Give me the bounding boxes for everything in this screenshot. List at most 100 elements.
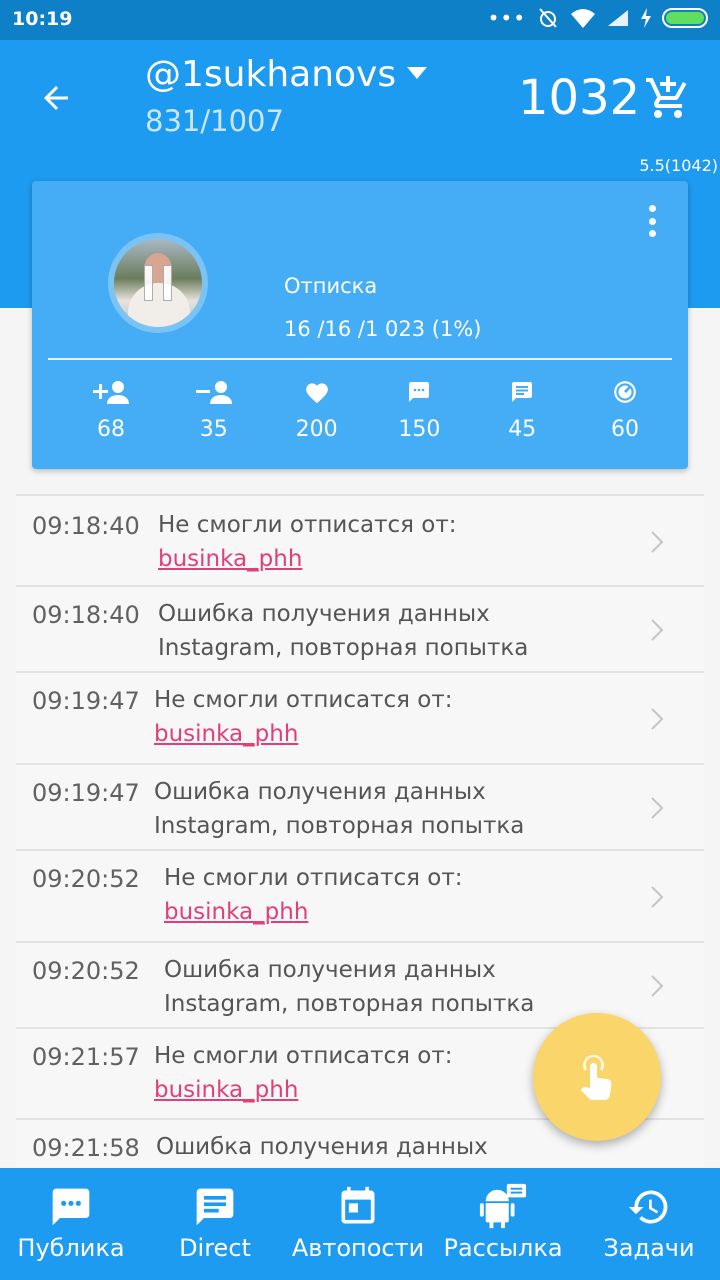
- add-balance-button[interactable]: [640, 70, 696, 126]
- log-message: Не смогли отписатся от:: [164, 865, 463, 891]
- log-row[interactable]: 09:18:40 Не смогли отписатся от: businka…: [16, 494, 704, 585]
- account-selector[interactable]: @1sukhanovs: [145, 54, 396, 95]
- history-icon: [628, 1190, 668, 1224]
- stat-value: 68: [97, 417, 125, 442]
- wifi-icon: [571, 9, 595, 28]
- audience-chat-icon: [52, 1188, 90, 1226]
- avatar[interactable]: [108, 233, 208, 333]
- chevron-right-icon: [651, 708, 664, 730]
- log-time: 09:21:58: [32, 1134, 140, 1162]
- stat-speed: 60: [590, 377, 660, 442]
- log-row[interactable]: 09:19:47 Не смогли отписатся от: businka…: [16, 671, 704, 763]
- card-menu-button[interactable]: [640, 201, 664, 241]
- direct-message-icon: [196, 1188, 234, 1226]
- stat-comments: 150: [384, 377, 454, 442]
- nav-label: Задачи: [603, 1234, 695, 1262]
- android-icon: [479, 1183, 527, 1229]
- alarm-off-icon: [539, 8, 557, 28]
- log-message: Ошибка получения данных: [164, 957, 496, 983]
- log-time: 09:20:52: [32, 865, 140, 893]
- back-button[interactable]: [28, 70, 84, 126]
- speedometer-icon: [614, 381, 636, 403]
- chevron-right-icon: [651, 619, 664, 641]
- log-username-link[interactable]: businka_phh: [154, 1073, 298, 1107]
- signal-icon: [608, 10, 628, 26]
- message-icon: [512, 382, 533, 402]
- log-row[interactable]: 09:20:52 Не смогли отписатся от: businka…: [16, 849, 704, 941]
- log-time: 09:21:57: [32, 1043, 140, 1071]
- log-username-link[interactable]: businka_phh: [158, 542, 302, 576]
- nav-tasks[interactable]: Задачи: [578, 1168, 720, 1280]
- nav-mailing[interactable]: Рассылка: [428, 1168, 578, 1280]
- menu-dot-icon: [648, 205, 656, 212]
- stats-row: 68 35 200 150 45 60: [32, 377, 688, 442]
- log-time: 09:18:40: [32, 512, 140, 540]
- charging-icon: [641, 8, 651, 28]
- pause-icon[interactable]: [144, 265, 172, 301]
- more-dots-icon: •••: [487, 6, 526, 30]
- nav-audience[interactable]: Публика: [0, 1168, 142, 1280]
- log-message: Не смогли отписатся от:: [154, 1043, 453, 1069]
- balance: 1032: [518, 70, 641, 126]
- follow-icon: [93, 381, 129, 404]
- bottom-nav: Публика Direct Автопости Рассылка Задачи: [0, 1168, 720, 1280]
- nav-label: Рассылка: [443, 1234, 563, 1262]
- calendar-icon: [341, 1186, 375, 1224]
- like-icon: [305, 383, 328, 404]
- log-time: 09:20:52: [32, 957, 140, 985]
- status-time: 10:19: [12, 8, 73, 30]
- menu-dot-icon: [648, 230, 656, 237]
- nav-label: Автопости: [291, 1234, 425, 1262]
- log-time: 09:19:47: [32, 687, 140, 715]
- card-divider: [48, 358, 672, 360]
- log-message: Не смогли отписатся от:: [158, 512, 457, 538]
- follow-counts: 831/1007: [145, 104, 284, 138]
- account-dropdown-button[interactable]: [402, 58, 432, 88]
- comment-icon: [409, 382, 430, 402]
- stat-unfollow: 35: [179, 377, 249, 442]
- log-message: Ошибка получения данных: [154, 779, 486, 805]
- stat-value: 45: [508, 417, 537, 442]
- stat-follow: 68: [76, 377, 146, 442]
- log-time: 09:19:47: [32, 779, 140, 807]
- cart-plus-icon: [646, 76, 687, 118]
- log-row[interactable]: 09:18:40 Ошибка получения данных Instagr…: [16, 585, 704, 671]
- battery-icon: [662, 8, 708, 28]
- task-card[interactable]: Отписка 16 /16 /1 023 (1%) 68 35 200 150…: [32, 181, 688, 469]
- stat-value: 60: [610, 417, 639, 442]
- log-username-link[interactable]: businka_phh: [164, 895, 308, 929]
- app-bar: @1sukhanovs 831/1007 1032: [0, 40, 720, 152]
- arrow-back-icon: [44, 86, 68, 110]
- chevron-right-icon: [651, 531, 664, 553]
- nav-autopost[interactable]: Автопости: [288, 1168, 428, 1280]
- nav-direct[interactable]: Direct: [142, 1168, 288, 1280]
- log-username-link[interactable]: businka_phh: [154, 717, 298, 751]
- stat-messages: 45: [487, 377, 557, 442]
- log-message: Не смогли отписатся от:: [154, 687, 453, 713]
- log-message-detail: Instagram, повторная попытка: [154, 813, 525, 839]
- log-time: 09:18:40: [32, 601, 140, 629]
- task-title: Отписка: [284, 274, 378, 298]
- stat-likes: 200: [282, 377, 352, 442]
- nav-label: Direct: [179, 1234, 251, 1262]
- menu-dot-icon: [648, 217, 656, 225]
- app-version: 5.5(1042): [639, 156, 718, 175]
- status-bar: 10:19 •••: [0, 0, 720, 40]
- log-message: Ошибка получения данных: [156, 1134, 488, 1160]
- log-row[interactable]: 09:19:47 Ошибка получения данных Instagr…: [16, 763, 704, 849]
- caret-down-icon: [407, 67, 427, 79]
- log-message-detail: Instagram, повторная попытка: [164, 991, 535, 1017]
- stat-value: 200: [295, 417, 338, 442]
- log-message: Ошибка получения данных: [158, 601, 490, 627]
- hand-tap-icon: [580, 1054, 612, 1100]
- log-message-detail: Instagram, повторная попытка: [158, 635, 529, 661]
- stat-value: 150: [398, 417, 441, 442]
- task-progress: 16 /16 /1 023 (1%): [284, 317, 482, 341]
- stat-value: 35: [199, 417, 228, 442]
- nav-label: Публика: [17, 1234, 125, 1262]
- chevron-right-icon: [651, 975, 664, 997]
- tap-action-button[interactable]: [533, 1013, 661, 1141]
- chevron-right-icon: [651, 797, 664, 819]
- chevron-right-icon: [651, 886, 664, 908]
- avatar-photo: [114, 239, 202, 327]
